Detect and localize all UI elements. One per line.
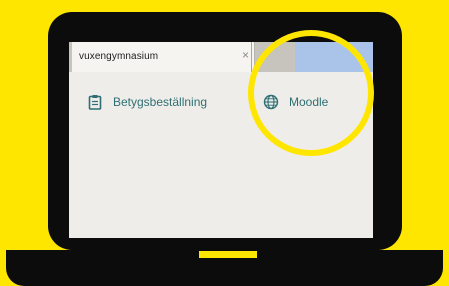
betygsbestallning-label: Betygsbeställning <box>113 95 208 109</box>
browser-tab-strip: vuxengymnasium × <box>69 42 373 72</box>
clipboard-icon <box>87 94 103 110</box>
laptop-screen: vuxengymnasium × Betygsbeställning Moodl… <box>69 42 373 238</box>
tab-close-button[interactable]: × <box>242 49 249 61</box>
illustration: vuxengymnasium × Betygsbeställning Moodl… <box>0 0 449 286</box>
new-tab-area[interactable] <box>295 42 373 72</box>
moodle-label: Moodle <box>289 95 329 109</box>
tab-title: vuxengymnasium <box>79 51 159 62</box>
globe-icon <box>263 94 279 110</box>
browser-tab[interactable]: vuxengymnasium × <box>72 42 255 72</box>
betygsbestallning-link[interactable]: Betygsbeställning <box>87 94 207 110</box>
tab-separator <box>251 42 252 72</box>
laptop-base-notch <box>199 251 257 258</box>
moodle-link[interactable]: Moodle <box>263 94 328 110</box>
